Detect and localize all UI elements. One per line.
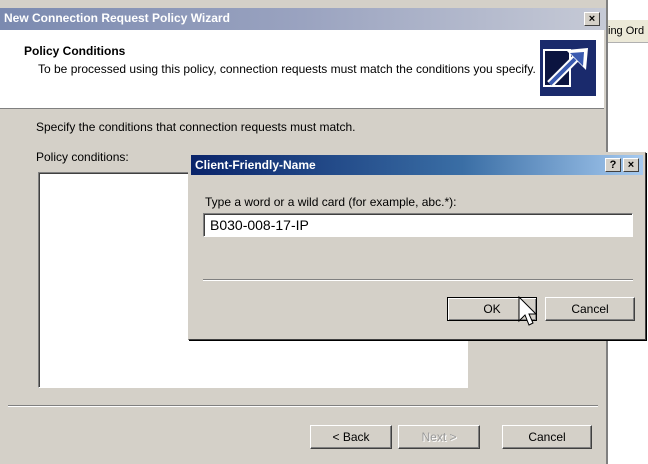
next-button[interactable]: Next > xyxy=(398,425,480,449)
wizard-cancel-button[interactable]: Cancel xyxy=(502,425,592,449)
wizard-title: New Connection Request Policy Wizard xyxy=(4,11,230,25)
help-icon: ? xyxy=(609,159,617,171)
mouse-pointer-icon xyxy=(518,295,538,335)
wizard-instructions: Specify the conditions that connection r… xyxy=(36,120,356,134)
dialog-close-button[interactable]: × xyxy=(623,158,639,172)
client-friendly-name-dialog: Client-Friendly-Name ? × Type a word or … xyxy=(188,152,646,340)
friendly-name-input[interactable]: B030-008-17-IP xyxy=(203,213,633,237)
wizard-title-bar[interactable]: New Connection Request Policy Wizard × xyxy=(0,8,606,30)
policy-conditions-label: Policy conditions: xyxy=(36,150,129,164)
background-window-text: ing Ord xyxy=(608,25,645,37)
wizard-header: Policy Conditions To be processed using … xyxy=(0,30,604,109)
wizard-footer-divider xyxy=(8,405,598,407)
dialog-cancel-button[interactable]: Cancel xyxy=(545,297,635,321)
dialog-title-bar[interactable]: Client-Friendly-Name ? × xyxy=(191,155,643,175)
dialog-title: Client-Friendly-Name xyxy=(195,158,316,172)
wizard-arrow-logo-icon xyxy=(540,40,596,96)
wizard-description: To be processed using this policy, conne… xyxy=(38,62,536,76)
wizard-close-button[interactable]: × xyxy=(584,12,600,26)
back-button[interactable]: < Back xyxy=(310,425,392,449)
close-icon: × xyxy=(588,13,596,25)
wizard-heading: Policy Conditions xyxy=(24,44,126,58)
close-icon: × xyxy=(627,159,635,171)
dialog-divider xyxy=(203,279,633,281)
dialog-help-button[interactable]: ? xyxy=(605,158,621,172)
dialog-prompt: Type a word or a wild card (for example,… xyxy=(205,195,457,209)
